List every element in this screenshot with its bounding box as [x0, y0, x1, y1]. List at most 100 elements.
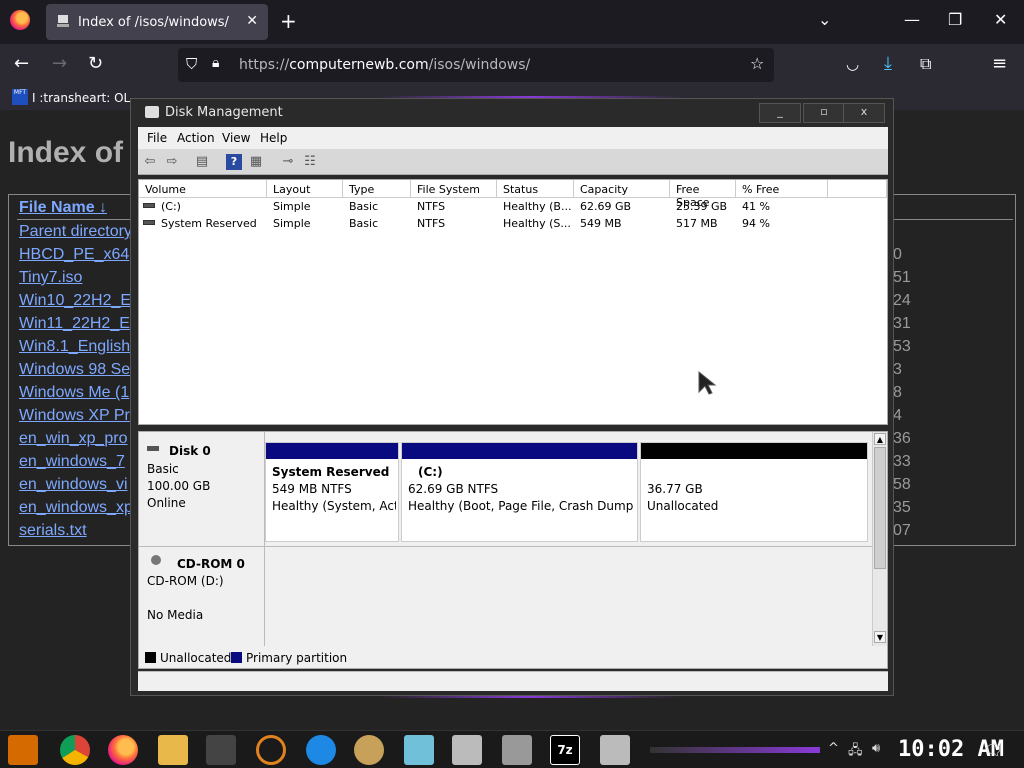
chevron-down-icon[interactable]: ⌄	[818, 10, 831, 29]
pocket-icon[interactable]: ◡	[846, 54, 859, 74]
file-link[interactable]: Tiny7.iso	[19, 269, 82, 287]
paint-icon[interactable]	[354, 735, 384, 765]
file-link[interactable]: HBCD_PE_x64	[19, 246, 129, 264]
disk-0-label[interactable]: Disk 0 Basic 100.00 GB Online	[139, 432, 265, 546]
partition-status: Unallocated	[647, 499, 719, 513]
drive-icon[interactable]	[600, 735, 630, 765]
partition-name: (C:)	[418, 465, 443, 479]
file-link[interactable]: Windows Me (1	[19, 384, 129, 402]
close-window-icon[interactable]: ✕	[994, 10, 1007, 29]
tab-favicon-icon	[57, 15, 69, 27]
file-link[interactable]: Parent directory	[19, 223, 132, 241]
column-header-free-space[interactable]: Free Space	[670, 180, 736, 209]
close-icon[interactable]: ✕	[246, 13, 258, 29]
minimize-icon[interactable]: —	[904, 10, 920, 29]
file-link[interactable]: Windows 98 Se	[19, 361, 130, 379]
chevron-up-icon[interactable]: ^	[828, 741, 839, 756]
back-icon[interactable]: ⇦	[142, 154, 158, 170]
column-header-percent-free[interactable]: % Free	[736, 180, 828, 198]
settings-list-icon[interactable]: ☷	[302, 154, 318, 170]
search-taskbar-icon[interactable]	[256, 735, 286, 765]
partition-unallocated[interactable]: 36.77 GB Unallocated	[640, 442, 868, 542]
connect-icon[interactable]: ⊸	[280, 154, 296, 170]
file-link[interactable]: en_windows_vi	[19, 476, 128, 494]
menu-help[interactable]: Help	[260, 131, 287, 145]
free-space-cell: 25.39 GB	[676, 200, 728, 213]
file-link[interactable]: en_win_xp_pro	[19, 430, 128, 448]
plus-icon[interactable]: +	[280, 10, 297, 32]
page-heading: Index of	[8, 136, 124, 169]
column-header-file-system[interactable]: File System	[411, 180, 497, 198]
file-link[interactable]: Win8.1_English	[19, 338, 130, 356]
browser-tab[interactable]: Index of /isos/windows/ ✕	[46, 4, 268, 40]
calculator-icon[interactable]	[452, 735, 482, 765]
scroll-thumb[interactable]	[874, 447, 886, 569]
extensions-icon[interactable]: ⧉	[920, 54, 931, 74]
network-icon[interactable]: 🖧︎	[848, 741, 863, 763]
back-icon[interactable]: ←	[14, 54, 29, 74]
close-button[interactable]: x	[843, 103, 885, 123]
url-text[interactable]: https://computernewb.com/isos/windows/	[239, 57, 530, 73]
minimize-button[interactable]: _	[759, 103, 801, 123]
file-link[interactable]: Win10_22H2_E	[19, 292, 131, 310]
shield-icon[interactable]: ⛉	[186, 55, 197, 73]
maximize-icon[interactable]: ❐	[948, 10, 962, 29]
file-size: 36	[893, 430, 911, 447]
partition-bar	[402, 443, 637, 459]
column-header-volume[interactable]: Volume	[139, 180, 267, 198]
properties-icon[interactable]: ▦	[248, 154, 264, 170]
url-bar[interactable]: ⛉ 🔒︎ https://computernewb.com/isos/windo…	[178, 48, 774, 82]
partition-name: System Reserved	[272, 465, 390, 479]
file-link[interactable]: en_windows_7	[19, 453, 125, 471]
file-name-column-header[interactable]: File Name ↓	[19, 199, 107, 217]
file-link[interactable]: Win11_22H2_E	[19, 315, 130, 333]
notification-icon[interactable]: 🗨︎	[984, 741, 1003, 759]
scroll-up-icon[interactable]: ▲	[874, 433, 886, 445]
7zip-icon[interactable]: 7z	[550, 735, 580, 765]
tool-icon[interactable]	[206, 735, 236, 765]
column-header-status[interactable]: Status	[497, 180, 574, 198]
forward-icon[interactable]: →	[52, 54, 67, 74]
reload-icon[interactable]: ↻	[88, 54, 103, 74]
ie-icon[interactable]	[306, 735, 336, 765]
help-icon[interactable]: ?	[226, 154, 242, 170]
partition-status: Healthy (System, Acti	[272, 499, 396, 513]
menu-action[interactable]: Action	[177, 131, 215, 145]
scroll-down-icon[interactable]: ▼	[874, 631, 886, 643]
explorer-icon[interactable]	[158, 735, 188, 765]
start-icon[interactable]	[8, 735, 38, 765]
partition-system-reserved[interactable]: System Reserved 549 MB NTFS Healthy (Sys…	[265, 442, 399, 542]
partition-c[interactable]: (C:) 62.69 GB NTFS Healthy (Boot, Page F…	[401, 442, 638, 542]
column-header-type[interactable]: Type	[343, 180, 411, 198]
file-link[interactable]: Windows XP Pr	[19, 407, 130, 425]
cdrom-0-label[interactable]: CD-ROM 0 CD-ROM (D:) No Media	[139, 546, 265, 646]
vertical-scrollbar[interactable]: ▲ ▼	[872, 432, 887, 646]
firefox-taskbar-icon[interactable]	[108, 735, 138, 765]
firefox-icon[interactable]	[10, 10, 30, 30]
column-header-capacity[interactable]: Capacity	[574, 180, 670, 198]
partition-size: 36.77 GB	[647, 482, 703, 496]
maximize-button[interactable]: ▫	[803, 103, 845, 123]
download-icon[interactable]: ⤓	[884, 54, 892, 74]
forward-icon[interactable]: ⇨	[164, 154, 180, 170]
show-hide-tree-icon[interactable]: ▤	[194, 154, 210, 170]
cdrom-drive: CD-ROM (D:)	[147, 574, 224, 588]
browser-tab-bar: Index of /isos/windows/ ✕ + ⌄ — ❐ ✕	[0, 0, 1024, 44]
diskmgmt-taskbar-icon[interactable]	[502, 735, 532, 765]
column-header-layout[interactable]: Layout	[267, 180, 343, 198]
layout-cell: Simple	[273, 217, 311, 230]
volume-icon[interactable]: 🔊︎	[872, 741, 880, 756]
star-icon[interactable]: ☆	[750, 54, 764, 73]
file-link[interactable]: en_windows_xp	[19, 499, 133, 517]
disk-graphical-view: Disk 0 Basic 100.00 GB Online System Res…	[138, 431, 888, 669]
menu-icon[interactable]: ≡	[992, 54, 1007, 74]
notepad-icon[interactable]	[404, 735, 434, 765]
chrome-icon[interactable]	[60, 735, 90, 765]
menu-file[interactable]: File	[147, 131, 167, 145]
menu-view[interactable]: View	[222, 131, 250, 145]
file-size: 35	[893, 499, 911, 516]
volume-icon	[143, 220, 155, 225]
file-link[interactable]: serials.txt	[19, 522, 87, 540]
bookmark-item[interactable]: I :transheart: OL	[32, 91, 130, 105]
lock-icon[interactable]: 🔒︎	[212, 55, 219, 71]
